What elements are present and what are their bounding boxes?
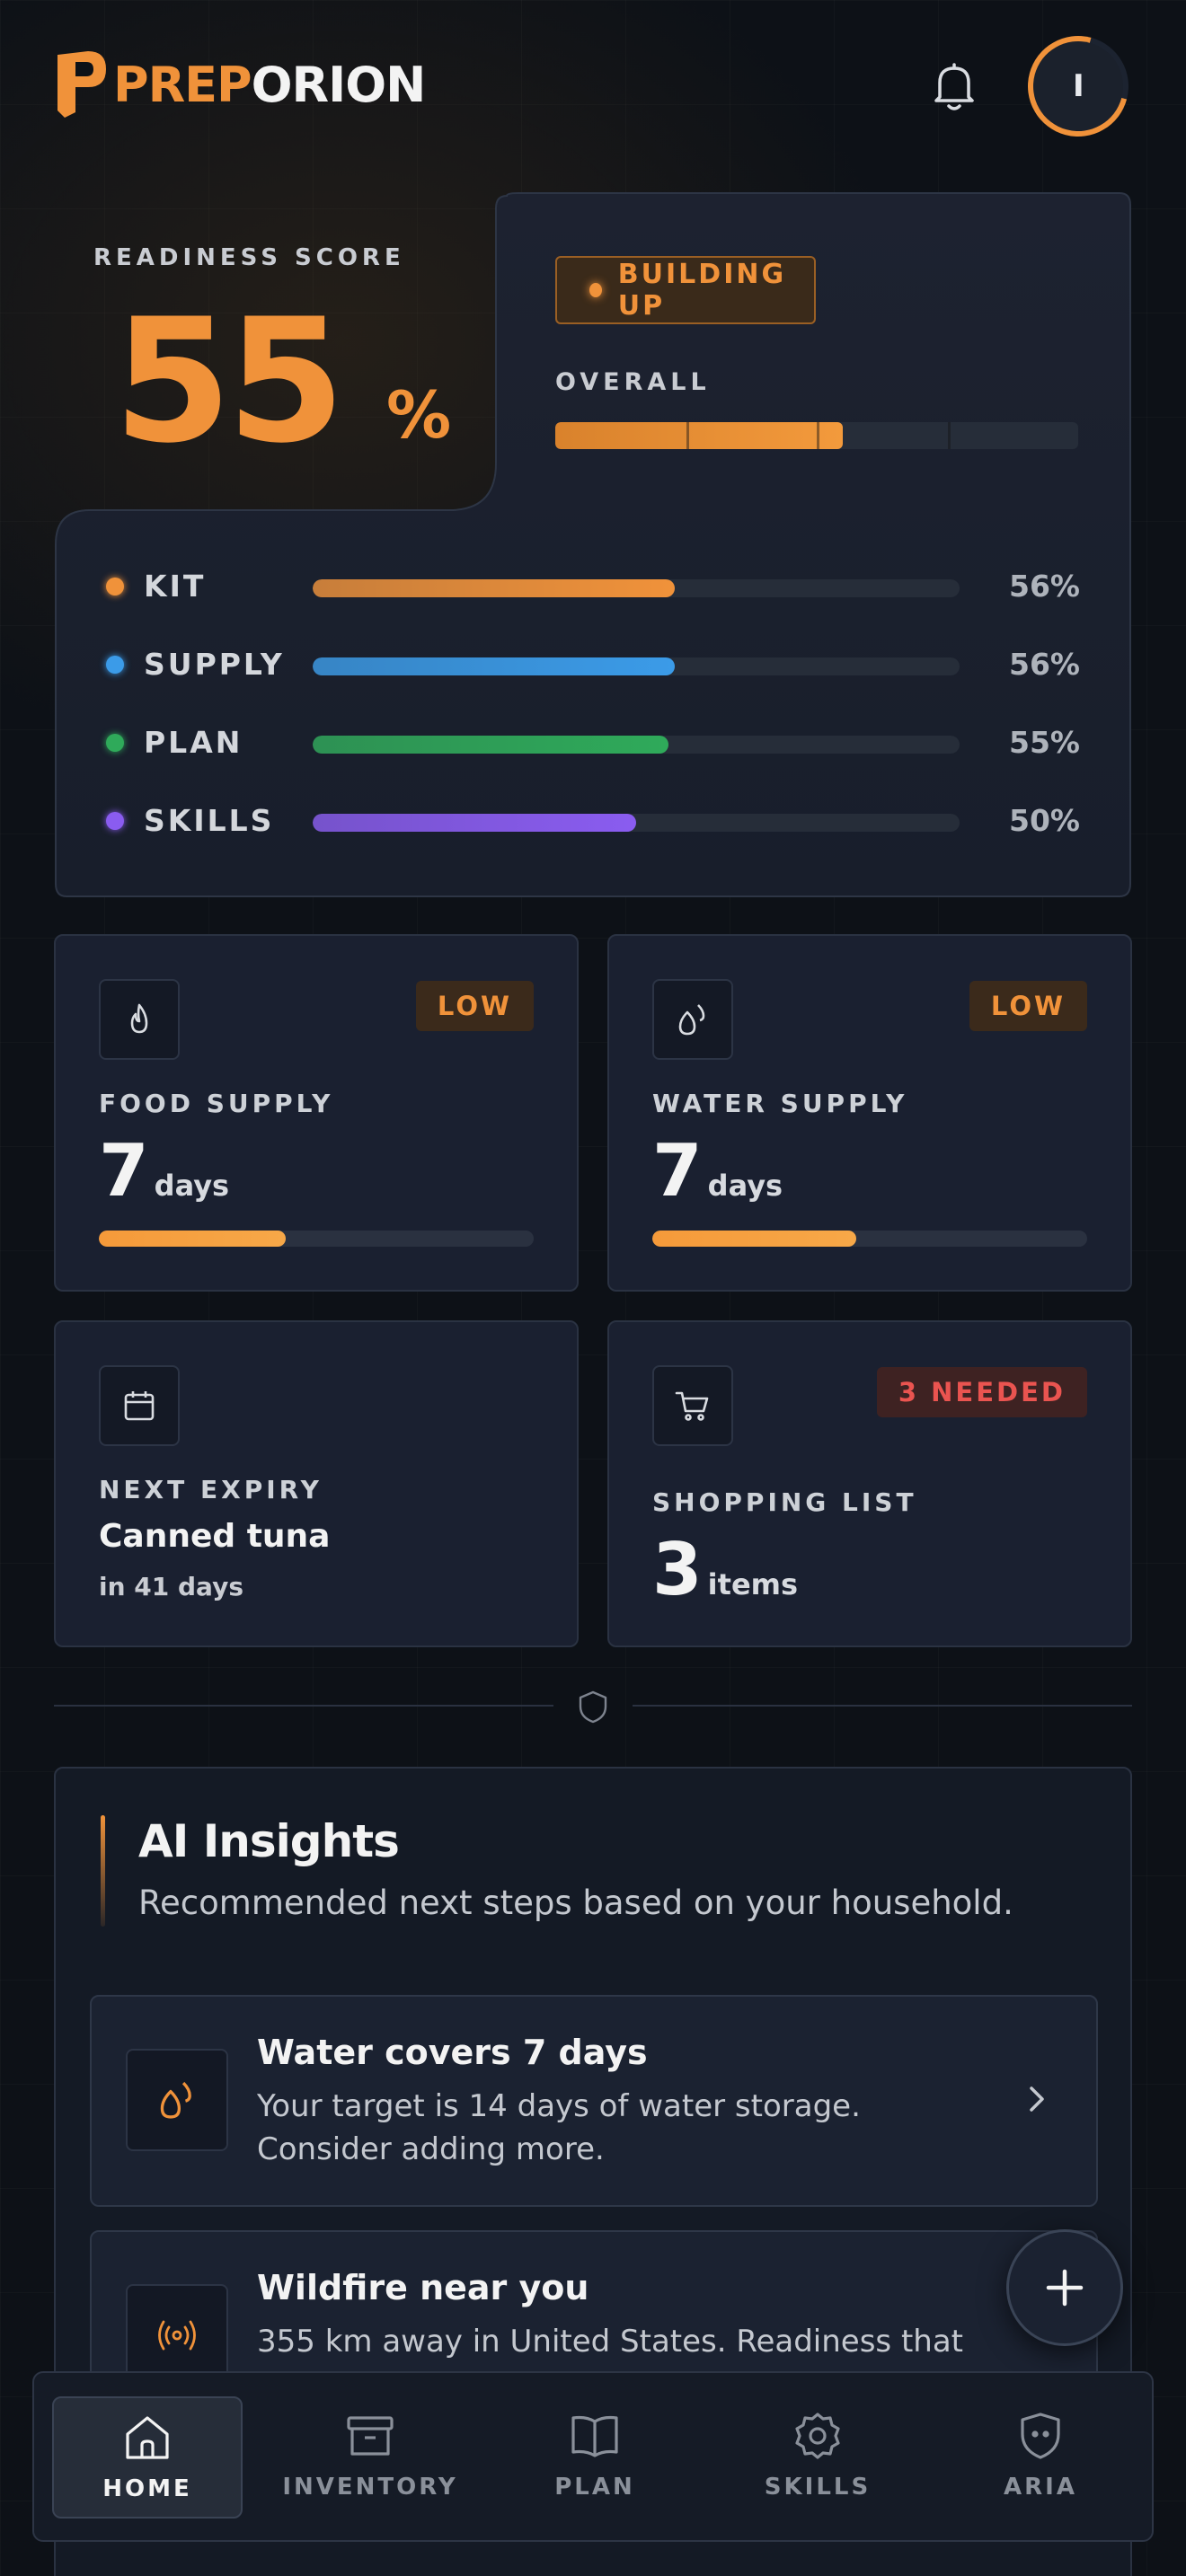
water-supply-bar-fill (652, 1231, 857, 1247)
food-status-badge: LOW (415, 981, 534, 1031)
nav-item-home[interactable]: HOME (52, 2396, 243, 2519)
category-progress-fill (313, 814, 636, 832)
add-button[interactable] (1006, 2229, 1123, 2346)
category-progress-fill (313, 579, 676, 597)
category-name: KIT (144, 569, 207, 604)
food-days-number: 7 (99, 1129, 149, 1213)
shield-icon (579, 1690, 607, 1724)
insight-body: Your target is 14 days of water storage.… (257, 2088, 861, 2167)
status-badge: BUILDING UP (555, 256, 816, 324)
plus-icon (1046, 2269, 1084, 2307)
category-value: 56% (1009, 569, 1080, 604)
overall-progress-fill (555, 422, 844, 449)
insights-accent-bar (101, 1815, 105, 1927)
category-row-kit[interactable]: KIT 56% (106, 569, 1080, 604)
nav-label: PLAN (554, 2474, 635, 2501)
next-expiry-card[interactable]: NEXT EXPIRY Canned tuna in 41 days (54, 1320, 579, 1647)
nav-item-plan[interactable]: PLAN (500, 2396, 690, 2519)
food-supply-value: 7 days (99, 1135, 229, 1207)
shopping-list-card[interactable]: 3 NEEDED SHOPPING LIST 3 items (607, 1320, 1132, 1647)
water-days-number: 7 (652, 1129, 703, 1213)
water-status-badge: LOW (969, 981, 1087, 1031)
water-supply-value: 7 days (652, 1135, 783, 1207)
shopping-needed-badge: 3 NEEDED (876, 1367, 1087, 1417)
category-row-skills[interactable]: SKILLS 50% (106, 803, 1080, 839)
category-name: SUPPLY (144, 647, 285, 682)
status-badge-label: BUILDING UP (617, 259, 787, 322)
cart-icon (652, 1365, 733, 1446)
category-row-supply[interactable]: SUPPLY 56% (106, 647, 1080, 683)
home-icon (126, 2416, 169, 2459)
badge-gear-icon (795, 2413, 840, 2459)
water-days-unit: days (707, 1169, 783, 1203)
flame-icon (99, 979, 180, 1060)
archive-icon (347, 2416, 394, 2456)
insights-title: AI Insights (138, 1815, 400, 1867)
insights-subtitle: Recommended next steps based on your hou… (138, 1883, 1013, 1922)
category-progress-bar (313, 657, 960, 675)
bottom-nav: HOME INVENTORY PLAN SKILLS ARIA (32, 2371, 1154, 2542)
overall-segment-divider (817, 422, 819, 449)
category-value: 56% (1009, 647, 1080, 682)
section-divider-right (633, 1705, 1132, 1707)
aria-shield-icon (1021, 2413, 1060, 2459)
shopping-count: 3 (652, 1528, 703, 1611)
category-dot (106, 734, 124, 752)
readiness-score-percent: % (386, 377, 452, 453)
nav-item-skills[interactable]: SKILLS (722, 2396, 913, 2519)
category-progress-fill (313, 657, 676, 675)
category-progress-bar (313, 579, 960, 597)
readiness-score-label: READINESS SCORE (93, 244, 405, 271)
shopping-list-label: SHOPPING LIST (652, 1487, 917, 1517)
insight-item-water[interactable]: Water covers 7 days Your target is 14 da… (90, 1995, 1098, 2207)
category-progress-bar (313, 736, 960, 754)
next-expiry-item: Canned tuna (99, 1518, 331, 1555)
category-dot (106, 656, 124, 674)
category-dot (106, 578, 124, 595)
food-supply-label: FOOD SUPPLY (99, 1089, 334, 1118)
next-expiry-when: in 41 days (99, 1572, 243, 1601)
overall-label: OVERALL (555, 368, 711, 396)
category-value: 55% (1009, 725, 1080, 760)
calendar-icon (99, 1365, 180, 1446)
readiness-score-value: 55 (113, 282, 345, 481)
overall-segment-divider (948, 422, 951, 449)
nav-label: SKILLS (764, 2474, 872, 2501)
category-row-plan[interactable]: PLAN 55% (106, 725, 1080, 761)
nav-label: HOME (102, 2475, 192, 2502)
shopping-list-value: 3 items (652, 1534, 798, 1606)
nav-item-inventory[interactable]: INVENTORY (275, 2396, 465, 2519)
category-name: PLAN (144, 725, 243, 760)
insight-title: Water covers 7 days (257, 2033, 648, 2072)
shopping-unit: items (707, 1567, 799, 1601)
chevron-right-icon[interactable] (1019, 2081, 1055, 2117)
status-dot (589, 283, 602, 297)
category-value: 50% (1009, 803, 1080, 838)
section-divider-left (54, 1705, 553, 1707)
water-supply-card[interactable]: LOW WATER SUPPLY 7 days (607, 934, 1132, 1292)
water-drops-icon (652, 979, 733, 1060)
water-supply-bar (652, 1231, 1087, 1247)
water-drops-icon (126, 2049, 228, 2151)
book-icon (571, 2415, 618, 2457)
nav-item-aria[interactable]: ARIA (945, 2396, 1136, 2519)
food-supply-bar (99, 1231, 534, 1247)
water-supply-label: WATER SUPPLY (652, 1089, 908, 1118)
category-name: SKILLS (144, 803, 275, 838)
category-progress-bar (313, 814, 960, 832)
nav-label: INVENTORY (282, 2474, 458, 2501)
food-days-unit: days (154, 1169, 230, 1203)
nav-label: ARIA (1004, 2474, 1077, 2501)
insight-body: 355 km away in United States. Readiness … (257, 2324, 964, 2360)
overall-segment-divider (686, 422, 689, 449)
next-expiry-label: NEXT EXPIRY (99, 1475, 323, 1504)
overall-progress-bar (555, 422, 1078, 449)
category-progress-fill (313, 736, 668, 754)
food-supply-card[interactable]: LOW FOOD SUPPLY 7 days (54, 934, 579, 1292)
category-dot (106, 812, 124, 830)
food-supply-bar-fill (99, 1231, 287, 1247)
insight-title: Wildfire near you (257, 2268, 589, 2307)
